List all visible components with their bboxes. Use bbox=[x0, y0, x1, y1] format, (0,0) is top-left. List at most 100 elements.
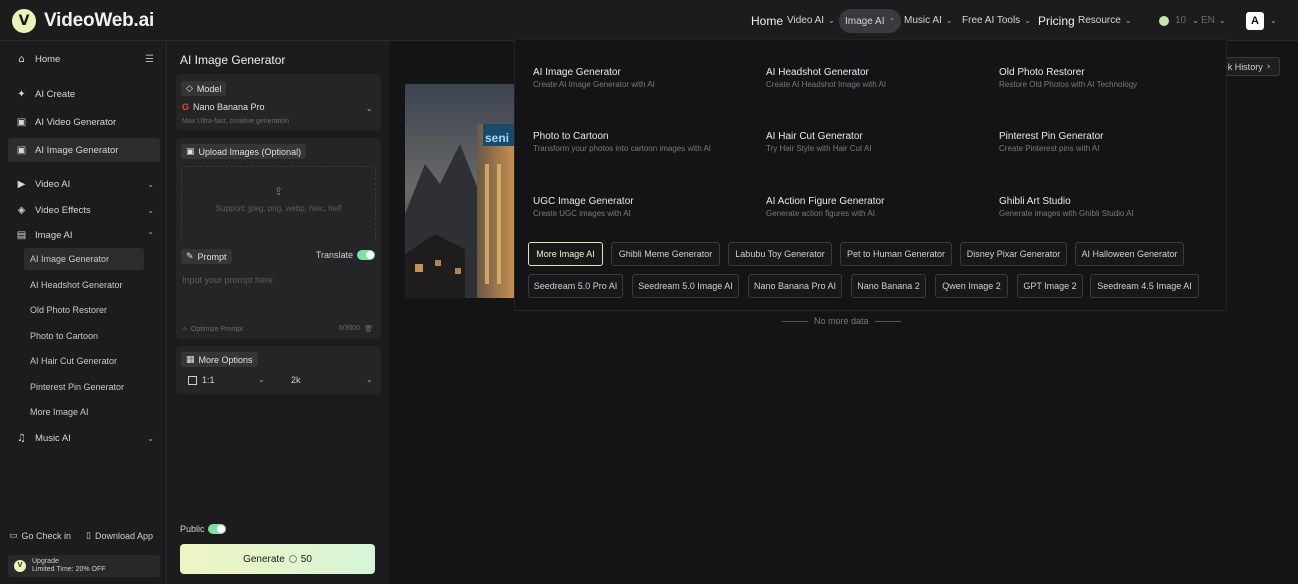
more-options-chip[interactable]: ▦ More Options bbox=[181, 352, 258, 367]
tag-nano-banana-2[interactable]: Nano Banana 2 bbox=[851, 274, 926, 298]
tag-ai-halloween-generator[interactable]: AI Halloween Generator bbox=[1075, 242, 1184, 266]
sidebar-item-music-ai[interactable]: ♫ Music AI ⌄ bbox=[8, 426, 160, 450]
nav-resource[interactable]: Resource ⌄ bbox=[1078, 0, 1132, 41]
nav-video-ai[interactable]: Video AI ⌄ bbox=[787, 0, 835, 41]
sidebar-item-home[interactable]: ⌂ Home ☰ bbox=[8, 47, 160, 71]
menu-item-old-photo-restorer[interactable]: Old Photo Restorer Restore Old Photos wit… bbox=[999, 67, 1219, 89]
chevron-down-icon: ⌄ bbox=[1192, 16, 1199, 25]
tag-seedream-4-5-image-ai[interactable]: Seedream 4.5 Image AI bbox=[1090, 274, 1199, 298]
upgrade-banner[interactable]: V Upgrade Limited Time: 20% OFF bbox=[8, 555, 160, 577]
avatar[interactable]: A bbox=[1246, 12, 1264, 30]
generate-button[interactable]: Generate 50 bbox=[180, 544, 375, 574]
menu-item-pinterest-pin-generator[interactable]: Pinterest Pin Generator Create Pinterest … bbox=[999, 131, 1219, 153]
tag-more-image-ai[interactable]: More Image AI bbox=[528, 242, 603, 266]
upload-chip: ▣ Upload Images (Optional) bbox=[181, 144, 307, 159]
model-card[interactable]: ◇ Model G Nano Banana Pro Max Ultra-fast, … bbox=[176, 74, 381, 130]
nav-image-ai-label: Image AI bbox=[845, 15, 885, 27]
translate-toggle[interactable] bbox=[357, 250, 375, 260]
sidebar-item-video-effects[interactable]: ◈ Video Effects ⌄ bbox=[8, 198, 160, 222]
menu-item-desc: Create AI Image Generator with AI bbox=[533, 80, 655, 89]
video-camera-icon: ▶ bbox=[17, 178, 26, 190]
model-select[interactable]: G Nano Banana Pro bbox=[182, 102, 265, 112]
language-selector[interactable]: EN ⌄ bbox=[1201, 0, 1226, 41]
no-more-label: No more data bbox=[814, 316, 869, 326]
chevron-down-icon: ⌄ bbox=[945, 16, 953, 25]
sidebar-subitem-ai-headshot-generator[interactable]: AI Headshot Generator bbox=[24, 274, 144, 296]
tag-disney-pixar-generator[interactable]: Disney Pixar Generator bbox=[960, 242, 1067, 266]
tag-qwen-image-2[interactable]: Qwen Image 2 bbox=[935, 274, 1008, 298]
menu-item-ugc-image-generator[interactable]: UGC Image Generator Create UGC images wit… bbox=[533, 196, 753, 218]
sidebar-item-image-ai[interactable]: ▤ Image AI ⌃ bbox=[8, 223, 160, 247]
download-app-label: Download App bbox=[94, 531, 153, 541]
sidebar-subitem-old-photo-restorer[interactable]: Old Photo Restorer bbox=[24, 299, 144, 321]
sidebar-item-label: AI Image Generator bbox=[35, 144, 119, 156]
menu-item-desc: Create UGC images with AI bbox=[533, 209, 631, 218]
sidebar-subitem-ai-image-generator[interactable]: AI Image Generator bbox=[24, 248, 144, 270]
sidebar-subitem-pinterest-pin-generator[interactable]: Pinterest Pin Generator bbox=[24, 376, 144, 398]
page-title: AI Image Generator bbox=[180, 53, 286, 67]
logo-icon: V bbox=[14, 560, 26, 572]
menu-item-ai-image-generator[interactable]: AI Image Generator Create AI Image Genera… bbox=[533, 67, 753, 89]
tag-labubu-toy-generator[interactable]: Labubu Toy Generator bbox=[728, 242, 832, 266]
check-in-button[interactable]: ▭ Go Check in bbox=[9, 531, 71, 541]
history-label: k History bbox=[1227, 61, 1263, 72]
credits-indicator[interactable]: 10 ⌄ bbox=[1159, 0, 1199, 41]
menu-item-desc: Generate action figures with AI bbox=[766, 209, 875, 218]
trash-icon[interactable]: 🗑 bbox=[364, 325, 373, 333]
sidebar-item-label: AI Create bbox=[35, 88, 76, 100]
tag-seedream-5-image-ai[interactable]: Seedream 5.0 Image AI bbox=[632, 274, 739, 298]
magic-icon: ✧ bbox=[182, 325, 188, 333]
public-toggle[interactable] bbox=[207, 524, 226, 534]
nav-image-ai[interactable]: Image AI ⌃ bbox=[839, 9, 902, 33]
generated-image: seni bbox=[405, 84, 515, 298]
generated-image-thumbnail[interactable]: seni bbox=[405, 84, 515, 298]
logo-icon: V bbox=[12, 9, 36, 33]
history-button[interactable]: k History › bbox=[1218, 57, 1280, 76]
menu-item-desc: Create Pinterest pins with AI bbox=[999, 144, 1100, 153]
resolution-select[interactable]: 2k bbox=[291, 375, 301, 385]
optimize-prompt-button[interactable]: ✧ Optimize Prompt bbox=[182, 325, 243, 333]
optimize-prompt-label: Optimize Prompt bbox=[190, 325, 243, 333]
upgrade-title: Upgrade bbox=[32, 558, 59, 565]
sidebar-item-ai-video-generator[interactable]: ▣ AI Video Generator bbox=[8, 110, 160, 134]
sidebar-item-ai-create[interactable]: ✦ AI Create bbox=[8, 82, 160, 106]
tag-gpt-image-2[interactable]: GPT Image 2 bbox=[1017, 274, 1083, 298]
upload-image-icon: ▣ bbox=[186, 146, 195, 157]
sidebar-item-label: AI Video Generator bbox=[35, 116, 117, 128]
menu-item-photo-to-cartoon[interactable]: Photo to Cartoon Transform your photos in… bbox=[533, 131, 753, 153]
menu-item-ai-headshot-generator[interactable]: AI Headshot Generator Create AI Headshot … bbox=[766, 67, 986, 89]
model-icon: ◇ bbox=[186, 83, 193, 94]
nav-pricing[interactable]: Pricing bbox=[1038, 0, 1075, 41]
image-icon: ▣ bbox=[16, 144, 27, 156]
sidebar-subitem-photo-to-cartoon[interactable]: Photo to Cartoon bbox=[24, 325, 144, 347]
menu-item-desc: Try Hair Style with Hair Cut AI bbox=[766, 144, 872, 153]
brand-logo[interactable]: V VideoWeb.ai bbox=[12, 9, 154, 33]
sidebar-item-video-ai[interactable]: ▶ Video AI ⌄ bbox=[8, 172, 160, 196]
nav-free-ai-tools[interactable]: Free AI Tools ⌄ bbox=[962, 0, 1031, 41]
chevron-down-icon: ⌄ bbox=[147, 179, 154, 189]
tag-ghibli-meme-generator[interactable]: Ghibli Meme Generator bbox=[611, 242, 720, 266]
sidebar-subitem-more-image-ai[interactable]: More Image AI bbox=[24, 401, 144, 423]
tag-seedream-5-pro-ai[interactable]: Seedream 5.0 Pro AI bbox=[528, 274, 623, 298]
language-label: EN bbox=[1201, 15, 1215, 26]
upload-dropzone[interactable]: ⇪ Support: jpeg, png, webp, heic, heif bbox=[181, 166, 376, 246]
prompt-input[interactable]: Input your prompt here bbox=[182, 275, 273, 285]
chevron-up-icon: ⌃ bbox=[888, 16, 896, 26]
nav-home[interactable]: Home bbox=[751, 0, 783, 41]
collapse-sidebar-icon[interactable]: ☰ bbox=[145, 54, 154, 65]
download-app-button[interactable]: ▯ Download App bbox=[86, 531, 153, 541]
chevron-down-icon: ⌄ bbox=[365, 104, 373, 114]
calendar-icon: ▭ bbox=[9, 531, 18, 541]
sidebar-subitem-ai-hair-cut-generator[interactable]: AI Hair Cut Generator bbox=[24, 350, 144, 372]
sidebar-item-ai-image-generator[interactable]: ▣ AI Image Generator bbox=[8, 138, 160, 162]
menu-item-desc: Create AI Headshot Image with AI bbox=[766, 80, 887, 89]
menu-item-ghibli-art-studio[interactable]: Ghibli Art Studio Generate images with Gh… bbox=[999, 196, 1219, 218]
nav-music-ai[interactable]: Music AI ⌄ bbox=[904, 0, 953, 41]
tag-pet-to-human-generator[interactable]: Pet to Human Generator bbox=[840, 242, 952, 266]
menu-item-ai-hair-cut-generator[interactable]: AI Hair Cut Generator Try Hair Style with… bbox=[766, 131, 986, 153]
avatar-menu-chevron[interactable]: ⌄ bbox=[1270, 0, 1277, 41]
menu-item-ai-action-figure-generator[interactable]: AI Action Figure Generator Generate actio… bbox=[766, 196, 986, 218]
tag-nano-banana-pro-ai[interactable]: Nano Banana Pro AI bbox=[748, 274, 842, 298]
aspect-ratio-select[interactable]: 1:1 bbox=[188, 375, 215, 385]
public-toggle-row: Public bbox=[180, 524, 226, 534]
